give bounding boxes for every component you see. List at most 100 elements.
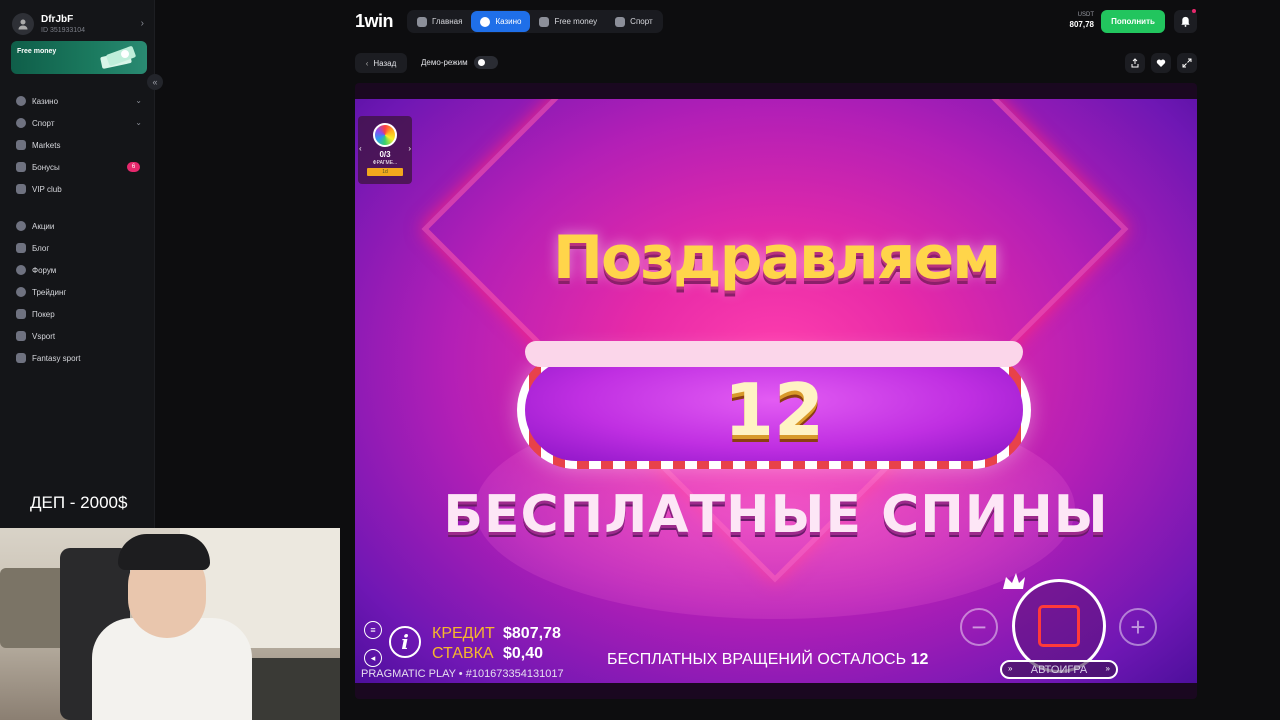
- autoplay-button[interactable]: » АВТОИГРА »: [1000, 660, 1118, 679]
- stop-spin-button[interactable]: [1012, 579, 1106, 673]
- fragment-count: 0/3: [379, 150, 391, 159]
- sidebar-item-trading[interactable]: Трейдинг: [12, 281, 146, 303]
- balance-display[interactable]: USDT 807,78: [1060, 12, 1094, 29]
- sidebar-item-markets[interactable]: Markets: [12, 134, 146, 156]
- bonus-count-badge: 6: [127, 162, 140, 172]
- decrease-bet-button[interactable]: −: [960, 608, 998, 646]
- tab-label: Free money: [554, 17, 598, 26]
- sidebar-item-label: Бонусы: [32, 162, 60, 172]
- sidebar-item-label: Акции: [32, 221, 55, 231]
- stop-icon: [1038, 605, 1080, 647]
- expand-icon: [1182, 58, 1192, 68]
- sidebar-item-label: Fantasy sport: [32, 353, 81, 363]
- sidebar-item-bonuses[interactable]: Бонусы 6: [12, 156, 146, 178]
- info-button[interactable]: i: [389, 626, 421, 658]
- share-button[interactable]: [1125, 53, 1145, 73]
- sidebar-item-casino[interactable]: Казино ⌄: [12, 90, 146, 112]
- heart-icon: [1156, 59, 1166, 67]
- sound-button[interactable]: ◂: [364, 649, 382, 667]
- tab-free-money[interactable]: Free money: [530, 11, 606, 32]
- demo-mode-label: Демо-режим: [421, 58, 468, 67]
- chevron-down-icon: ⌄: [135, 96, 142, 105]
- bet-value: $0,40: [503, 645, 544, 662]
- bet-label: СТАВКА: [432, 645, 494, 662]
- balance-value: 807,78: [1069, 20, 1094, 29]
- tab-sport[interactable]: Спорт: [606, 11, 662, 32]
- bell-icon: [1181, 16, 1190, 27]
- promo-label: Free money: [17, 48, 57, 55]
- sidebar-item-label: Покер: [32, 309, 55, 319]
- collapse-sidebar-button[interactable]: «: [147, 74, 163, 90]
- chevron-left-icon: ‹: [365, 58, 369, 68]
- user-icon: [18, 19, 28, 30]
- sidebar-item-label: VIP club: [32, 184, 62, 194]
- menu-icon: ≡: [370, 625, 376, 635]
- autoplay-right-icon: »: [1105, 664, 1110, 673]
- markets-icon: [16, 140, 26, 150]
- home-icon: [417, 16, 427, 27]
- casino-icon: [16, 96, 26, 106]
- trading-icon: [16, 287, 26, 297]
- webcam-overlay: [0, 528, 340, 720]
- spins-left-status: БЕСПЛАТНЫХ ВРАЩЕНИЙ ОСТАЛОСЬ 12: [607, 651, 928, 669]
- autoplay-label: АВТОИГРА: [1030, 663, 1088, 676]
- game-canvas[interactable]: ‹ › 0/3 ФРАГМЕ... 1d Поздравляем 12 БЕСП…: [355, 99, 1197, 683]
- sidebar-item-label: Спорт: [32, 118, 55, 128]
- sidebar-item-label: Markets: [32, 140, 61, 150]
- sidebar-item-sport[interactable]: Спорт ⌄: [12, 112, 146, 134]
- menu-button[interactable]: ≡: [364, 621, 382, 639]
- spins-won-panel: 12: [517, 351, 1031, 469]
- sidebar-item-label: Блог: [32, 243, 50, 253]
- sidebar-item-fantasy[interactable]: Fantasy sport: [12, 347, 146, 369]
- app-root: DfrJbF ID 351933104 › Free money « Казин…: [0, 0, 1280, 720]
- minus-icon: −: [971, 611, 987, 642]
- deposit-button[interactable]: Пополнить: [1101, 10, 1165, 33]
- back-button[interactable]: ‹ Назад: [355, 53, 407, 73]
- tab-home[interactable]: Главная: [408, 11, 471, 32]
- tab-casino[interactable]: Казино: [471, 11, 531, 32]
- free-money-banner[interactable]: Free money: [11, 41, 147, 74]
- sidebar-item-promotions[interactable]: Акции: [12, 215, 146, 237]
- autoplay-left-icon: »: [1008, 664, 1013, 673]
- sidebar-item-poker[interactable]: Покер: [12, 303, 146, 325]
- user-profile[interactable]: DfrJbF ID 351933104 ›: [12, 10, 148, 38]
- top-nav: Главная Казино Free money Спорт: [407, 10, 663, 33]
- fragment-timer: 1d: [367, 168, 403, 176]
- congrats-title: Поздравляем: [552, 223, 1001, 293]
- fragment-widget[interactable]: ‹ › 0/3 ФРАГМЕ... 1d: [358, 116, 412, 184]
- casino-icon: [480, 16, 491, 27]
- chevron-down-icon: ⌄: [135, 118, 142, 127]
- sport-icon: [16, 118, 26, 128]
- share-icon: [1131, 58, 1139, 68]
- game-frame[interactable]: ‹ › 0/3 ФРАГМЕ... 1d Поздравляем 12 БЕСП…: [355, 83, 1197, 699]
- sidebar-item-label: Казино: [32, 96, 59, 106]
- demo-mode-toggle[interactable]: [474, 56, 498, 69]
- sport-icon: [615, 16, 626, 27]
- increase-bet-button[interactable]: +: [1119, 608, 1157, 646]
- user-id: ID 351933104: [41, 27, 85, 34]
- tab-label: Казино: [495, 17, 522, 26]
- sidebar-item-label: Трейдинг: [32, 287, 67, 297]
- wheel-icon: [373, 123, 397, 147]
- sidebar-nav-secondary: Акции Блог Форум Трейдинг Покер Vsport F…: [12, 215, 146, 369]
- notifications-button[interactable]: [1174, 9, 1197, 33]
- credit-label: КРЕДИТ: [432, 625, 495, 642]
- plus-icon: +: [1130, 611, 1146, 642]
- spins-left-value: 12: [910, 651, 929, 668]
- free-spins-title: БЕСПЛАТНЫЕ СПИНЫ: [443, 485, 1109, 545]
- sidebar-item-forum[interactable]: Форум: [12, 259, 146, 281]
- sidebar-item-blog[interactable]: Блог: [12, 237, 146, 259]
- sidebar-nav-primary: Казино ⌄ Спорт ⌄ Markets Бонусы 6 VIP cl…: [12, 90, 146, 200]
- fullscreen-button[interactable]: [1177, 53, 1197, 73]
- favorite-button[interactable]: [1151, 53, 1171, 73]
- credit-value: $807,78: [503, 625, 561, 642]
- site-logo[interactable]: 1win: [355, 11, 394, 32]
- spins-left-label: БЕСПЛАТНЫХ ВРАЩЕНИЙ ОСТАЛОСЬ: [607, 651, 907, 668]
- tab-label: Спорт: [630, 17, 653, 26]
- user-name: DfrJbF: [41, 14, 74, 25]
- sidebar-item-vip[interactable]: VIP club: [12, 178, 146, 200]
- sidebar-item-label: Форум: [32, 265, 57, 275]
- back-label: Назад: [373, 58, 397, 68]
- chevron-right-icon: ›: [140, 18, 144, 29]
- sidebar-item-vsport[interactable]: Vsport: [12, 325, 146, 347]
